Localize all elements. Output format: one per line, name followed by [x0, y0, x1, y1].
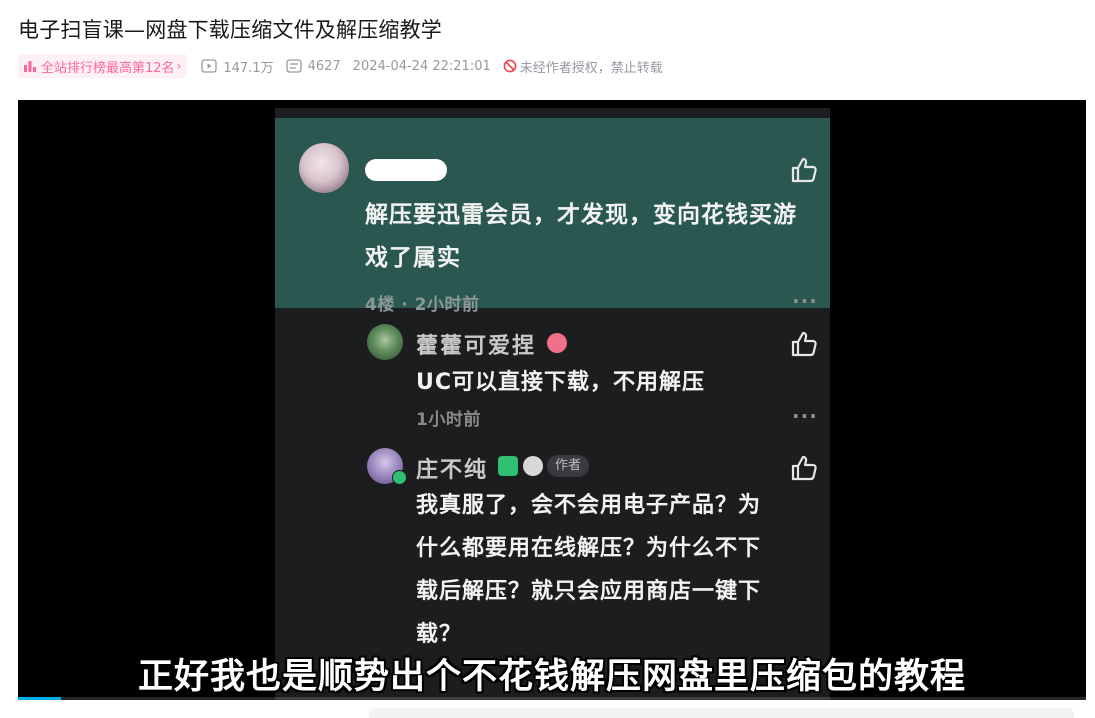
video-subtitle: 正好我也是顺势出个不花钱解压网盘里压缩包的教程 [137, 657, 966, 697]
comment-meta: 4楼 · 2小时前 [365, 295, 480, 315]
reprint-notice: 未经作者授权，禁止转载 [503, 57, 663, 76]
danmaku-count: 4627 [285, 58, 341, 74]
chevron-right-icon: › [176, 59, 182, 73]
publish-datetime-value: 2024-04-24 22:21:01 [352, 58, 491, 74]
comment-text-line: 戏了属实 [365, 245, 461, 271]
reply-text-line: 载后解压？就只会应用商店一键下 [416, 579, 762, 604]
comment-text-line: 解压要迅雷会员，才发现，变向花钱买游 [365, 202, 797, 228]
avatar [299, 143, 349, 193]
progress-fill [18, 697, 61, 700]
rank-badge[interactable]: 全站排行榜最高第12名 › [18, 54, 188, 78]
video-frame-screenshot: 解压要迅雷会员，才发现，变向花钱买游 戏了属实 4楼 · 2小时前 ··· 藿藿… [275, 108, 830, 700]
video-player[interactable]: 解压要迅雷会员，才发现，变向花钱买游 戏了属实 4楼 · 2小时前 ··· 藿藿… [18, 100, 1086, 700]
level-badge-icon [523, 456, 543, 476]
rank-icon [24, 61, 36, 72]
creator-badge-icon [498, 456, 518, 476]
danmaku-count-value: 4627 [307, 58, 341, 74]
reply-text-line: 我真服了，会不会用电子产品？为 [416, 493, 762, 518]
play-count-icon [201, 59, 218, 73]
more-icon: ··· [792, 404, 818, 428]
video-meta: 全站排行榜最高第12名 › 147.1万 4627 2024-04-24 22:… [18, 53, 663, 79]
reprint-notice-text: 未经作者授权，禁止转载 [519, 60, 663, 76]
verified-icon [392, 470, 407, 485]
level-badge-icon [547, 333, 567, 353]
danmaku-input-bar[interactable] [369, 708, 1074, 718]
reply-username: 庄不纯 [416, 458, 489, 483]
danmaku-icon [285, 59, 302, 73]
video-title: 电子扫盲课—网盘下载压缩文件及解压缩教学 [18, 18, 442, 42]
author-tag: 作者 [547, 455, 590, 477]
view-count-value: 147.1万 [223, 60, 274, 76]
like-icon [791, 157, 817, 183]
reply-username: 藿藿可爱捏 [416, 334, 537, 359]
progress-bar[interactable] [18, 697, 1086, 700]
avatar [367, 324, 403, 360]
prohibited-icon [503, 59, 517, 73]
reply-time: 1小时前 [416, 410, 481, 430]
view-count: 147.1万 [201, 57, 274, 76]
like-icon [791, 455, 817, 481]
like-icon [791, 331, 817, 357]
redacted-username [365, 159, 447, 181]
reply-text-line: 什么都要用在线解压？为什么不下 [416, 536, 762, 561]
highlighted-comment: 解压要迅雷会员，才发现，变向花钱买游 戏了属实 4楼 · 2小时前 ··· [275, 118, 830, 315]
publish-datetime: 2024-04-24 22:21:01 [353, 59, 491, 74]
more-icon: ··· [792, 289, 818, 313]
reply-text: UC可以直接下载，不用解压 [416, 370, 706, 395]
rank-badge-label: 全站排行榜最高第12名 [41, 60, 175, 76]
